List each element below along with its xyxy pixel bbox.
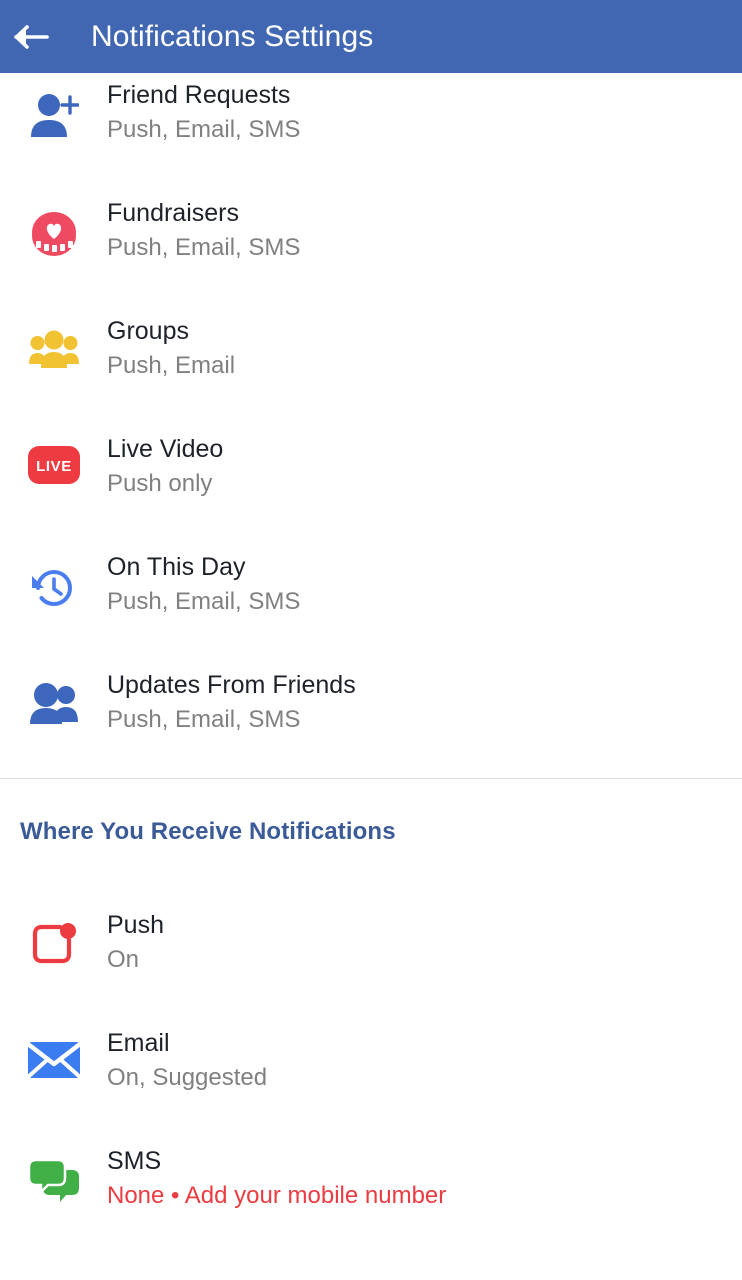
delivery-row-title: Email bbox=[107, 1029, 170, 1057]
notification-row-title: On This Day bbox=[107, 553, 246, 581]
notification-row-subtitle: Push, Email, SMS bbox=[107, 234, 301, 261]
svg-text:LIVE: LIVE bbox=[36, 458, 72, 475]
notification-row-subtitle: Push, Email, SMS bbox=[107, 706, 301, 733]
delivery-row-subtitle: On bbox=[107, 946, 140, 973]
notification-row-title: Friend Requests bbox=[107, 81, 291, 109]
section-header-where-you-receive-notifications: Where You Receive Notifications bbox=[20, 818, 396, 845]
delivery-row-text: SMS None • Add your mobile number bbox=[107, 1136, 742, 1212]
notification-row-text: Fundraisers Push, Email, SMS bbox=[107, 188, 742, 264]
notification-row-text: Groups Push, Email bbox=[107, 306, 742, 382]
history-clock-icon bbox=[0, 542, 107, 612]
notification-row-title: Groups bbox=[107, 317, 189, 345]
notification-row-title: Live Video bbox=[107, 435, 224, 463]
coin-heart-icon bbox=[0, 188, 107, 260]
notification-row-title: Updates From Friends bbox=[107, 671, 356, 699]
notification-row-subtitle: Push only bbox=[107, 470, 213, 497]
envelope-icon bbox=[0, 1018, 107, 1080]
delivery-row-subtitle: On, Suggested bbox=[107, 1064, 268, 1091]
delivery-row-sms[interactable]: SMS None • Add your mobile number bbox=[0, 1136, 742, 1254]
notification-row-live-video[interactable]: LIVE Live Video Push only bbox=[0, 424, 742, 542]
notification-row-updates-from-friends[interactable]: Updates From Friends Push, Email, SMS bbox=[0, 660, 742, 778]
delivery-row-subtitle: None • Add your mobile number bbox=[107, 1182, 447, 1209]
notification-row-text: Updates From Friends Push, Email, SMS bbox=[107, 660, 742, 736]
notification-row-friend-requests[interactable]: Friend Requests Push, Email, SMS bbox=[0, 70, 742, 188]
notifications-settings-screen: Push, Email, SMS Friend Requests Push, E… bbox=[0, 0, 742, 1280]
notification-row-subtitle: Push, Email, SMS bbox=[107, 588, 301, 615]
person-add-icon bbox=[0, 70, 107, 140]
page-title: Notifications Settings bbox=[91, 19, 374, 53]
notification-row-text: On This Day Push, Email, SMS bbox=[107, 542, 742, 618]
notification-row-text: Live Video Push only bbox=[107, 424, 742, 500]
notification-row-subtitle: Push, Email, SMS bbox=[107, 116, 301, 143]
delivery-row-title: SMS bbox=[107, 1147, 162, 1175]
notification-row-subtitle: Push, Email bbox=[107, 352, 236, 379]
delivery-row-text: Email On, Suggested bbox=[107, 1018, 742, 1094]
chat-bubbles-icon bbox=[0, 1136, 107, 1204]
settings-list: Push, Email, SMS Friend Requests Push, E… bbox=[0, 0, 742, 1254]
push-notification-icon bbox=[0, 900, 107, 970]
notification-row-title: Fundraisers bbox=[107, 199, 239, 227]
two-people-icon bbox=[0, 660, 107, 728]
delivery-row-email[interactable]: Email On, Suggested bbox=[0, 1018, 742, 1136]
delivery-row-title: Push bbox=[107, 911, 164, 939]
back-button[interactable] bbox=[0, 0, 62, 73]
notification-row-text: Friend Requests Push, Email, SMS bbox=[107, 70, 742, 146]
arrow-left-icon bbox=[13, 23, 49, 51]
notification-row-on-this-day[interactable]: On This Day Push, Email, SMS bbox=[0, 542, 742, 660]
delivery-row-text: Push On bbox=[107, 900, 742, 976]
notification-row-groups[interactable]: Groups Push, Email bbox=[0, 306, 742, 424]
app-header: Notifications Settings bbox=[0, 0, 742, 73]
notification-row-fundraisers[interactable]: Fundraisers Push, Email, SMS bbox=[0, 188, 742, 306]
people-group-icon bbox=[0, 306, 107, 372]
delivery-row-push[interactable]: Push On bbox=[0, 900, 742, 1018]
live-badge-icon: LIVE bbox=[0, 424, 107, 484]
